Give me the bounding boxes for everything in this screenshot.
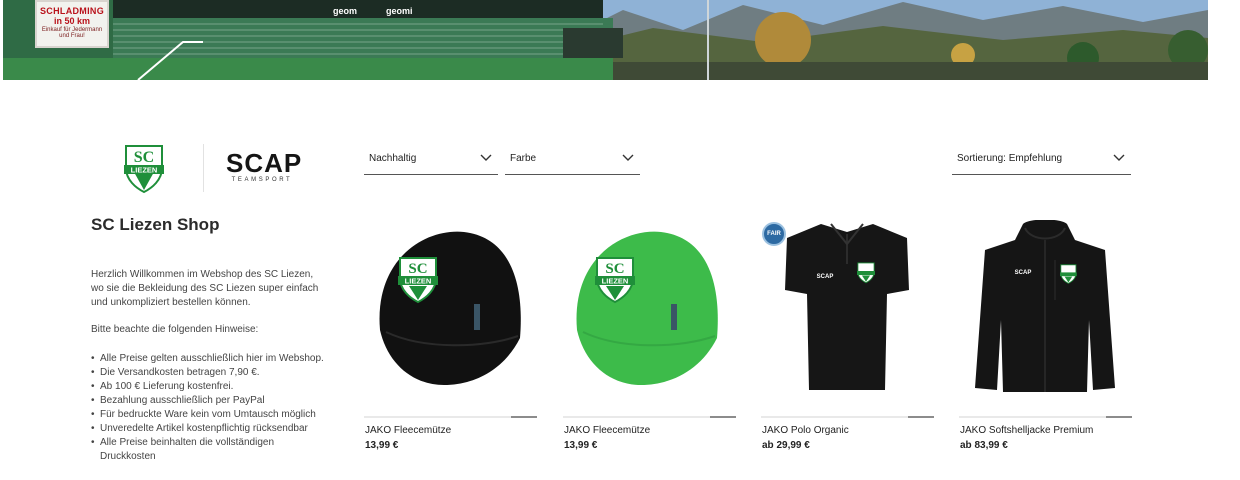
list-item: Für bedruckte Ware kein vom Umtausch mög…	[91, 408, 326, 422]
card-divider	[761, 416, 934, 418]
product-crest-label: LIEZEN	[602, 277, 629, 286]
product-crest-initials: SC	[408, 261, 427, 277]
product-name[interactable]: JAKO Fleecemütze	[564, 425, 650, 436]
page-title: SC Liezen Shop	[91, 215, 220, 234]
crest-initials: SC	[134, 149, 154, 166]
product-image-green-beanie[interactable]: SC LIEZEN	[563, 220, 736, 400]
card-divider	[364, 416, 537, 418]
list-item: Unveredelte Artikel kostenpflichtig rück…	[91, 422, 326, 436]
chevron-down-icon	[1113, 154, 1125, 161]
billboard-line-1: SCHLADMING	[40, 6, 104, 16]
notice-list: Alle Preise gelten ausschließlich hier i…	[91, 352, 326, 464]
product-print-scap: SCAP	[1015, 270, 1032, 276]
scap-teamsport-logo[interactable]: SCAP TEAMSPORT	[226, 148, 303, 184]
stadium-illustration	[3, 0, 1208, 80]
product-image-black-beanie[interactable]: SC LIEZEN	[364, 220, 537, 400]
hero-billboard: SCHLADMING in 50 km Einkauf für Jederman…	[35, 0, 109, 48]
hero-banner: SCHLADMING in 50 km Einkauf für Jederman…	[3, 0, 1208, 80]
chevron-down-icon	[480, 154, 492, 161]
list-item: Die Versandkosten betragen 7,90 €.	[91, 366, 326, 380]
list-item: Alle Preise gelten ausschließlich hier i…	[91, 352, 326, 366]
list-item: Bezahlung ausschließlich per PayPal	[91, 394, 326, 408]
product-price: 13,99 €	[365, 440, 399, 451]
product-crest-initials: SC	[605, 261, 624, 277]
intro-text: Herzlich Willkommen im Webshop des SC Li…	[91, 269, 319, 308]
product-name[interactable]: JAKO Fleecemütze	[365, 425, 451, 436]
filter-color-dropdown[interactable]: Farbe	[505, 145, 640, 175]
sc-liezen-logo[interactable]: SC LIEZEN	[122, 142, 166, 194]
logo-divider	[203, 144, 204, 192]
product-card[interactable]: SC LIEZEN JAKO Fleecemütze 13,99 €	[563, 220, 736, 460]
product-name[interactable]: JAKO Polo Organic	[762, 425, 849, 436]
notice-heading: Bitte beachte die folgenden Hinweise:	[91, 324, 259, 335]
product-name[interactable]: JAKO Softshelljacke Premium	[960, 425, 1093, 436]
card-divider	[563, 416, 736, 418]
product-card[interactable]: SCAP FAIR JAKO Polo Organic ab 29,99 €	[761, 220, 934, 460]
sort-dropdown[interactable]: Sortierung: Empfehlung	[952, 145, 1131, 175]
product-crest-label: LIEZEN	[405, 277, 432, 286]
filter-sustainable-dropdown[interactable]: Nachhaltig	[364, 145, 498, 175]
card-divider	[959, 416, 1132, 418]
chevron-down-icon	[622, 154, 634, 161]
scap-logo-main: SCAP	[226, 148, 303, 178]
product-price: ab 83,99 €	[960, 440, 1008, 451]
scap-logo-sub: TEAMSPORT	[231, 177, 293, 183]
product-image-softshell-jacket[interactable]: SCAP	[959, 220, 1132, 400]
sc-liezen-crest-icon: SC LIEZEN	[124, 145, 164, 194]
product-print-scap: SCAP	[817, 274, 834, 280]
billboard-line-3: Einkauf für Jedermann und Frau!	[41, 27, 103, 39]
list-item: Ab 100 € Lieferung kostenfrei.	[91, 380, 326, 394]
product-card[interactable]: SCAP JAKO Softshelljacke Premium ab 83,9…	[959, 220, 1132, 460]
product-card[interactable]: SC LIEZEN JAKO Fleecemütze 13,99 €	[364, 220, 537, 460]
fair-badge-icon: FAIR	[762, 222, 786, 246]
hero-ad-2: geomi	[386, 6, 413, 16]
product-price: ab 29,99 €	[762, 440, 810, 451]
filter-color-label: Farbe	[510, 153, 537, 164]
list-item: Alle Preise beinhalten die vollständigen…	[91, 436, 326, 464]
crest-label: LIEZEN	[131, 166, 158, 175]
billboard-line-2: in 50 km	[53, 16, 91, 26]
product-price: 13,99 €	[564, 440, 598, 451]
hero-ad-1: geom	[333, 6, 358, 16]
sort-label: Sortierung: Empfehlung	[957, 153, 1063, 164]
filter-sustainable-label: Nachhaltig	[369, 153, 417, 164]
product-image-polo[interactable]: SCAP	[761, 220, 934, 400]
